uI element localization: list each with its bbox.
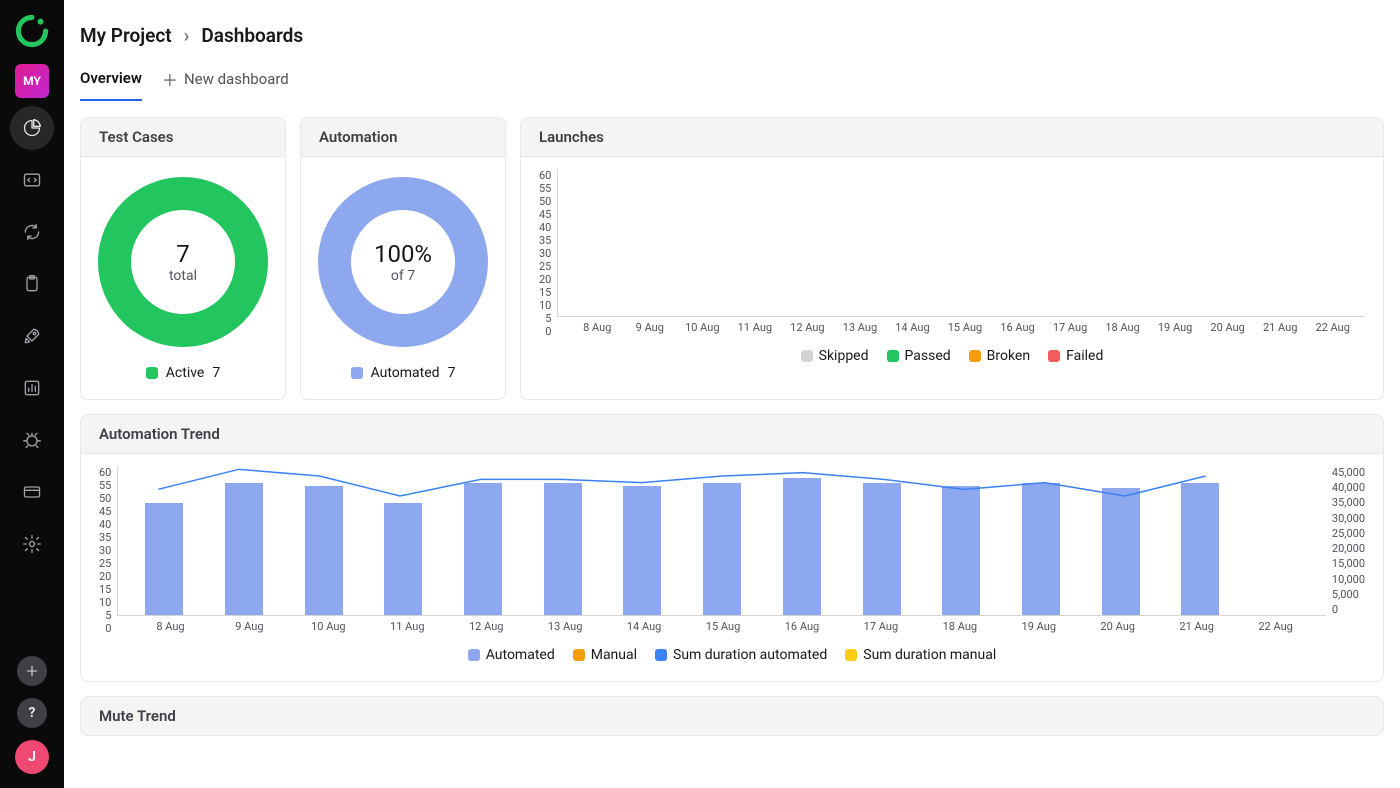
automation-trend-yaxis-left: 605550454035302520151050 [99, 466, 117, 616]
breadcrumb-project[interactable]: My Project [80, 24, 172, 47]
swatch-blue [351, 367, 363, 379]
legend-failed: Failed [1066, 348, 1103, 364]
breadcrumb: My Project › Dashboards [80, 24, 1384, 47]
app-logo [15, 14, 49, 52]
card-title: Test Cases [81, 118, 285, 157]
automation-trend-xaxis: 8 Aug9 Aug10 Aug11 Aug12 Aug13 Aug14 Aug… [125, 616, 1321, 633]
swatch-orange [573, 649, 585, 661]
card-title: Mute Trend [81, 697, 1383, 735]
automation-legend: Automated 7 [351, 365, 456, 381]
sidebar-item-settings[interactable] [10, 522, 54, 566]
sidebar-item-environments[interactable] [10, 470, 54, 514]
plus-icon [24, 663, 40, 679]
swatch-gray [801, 350, 813, 362]
project-badge[interactable]: MY [15, 64, 49, 98]
card-mute-trend: Mute Trend [80, 696, 1384, 736]
tab-new-dashboard-label: New dashboard [184, 70, 289, 88]
test-cases-legend: Active 7 [146, 365, 220, 381]
swatch-blue-solid [655, 649, 667, 661]
swatch-green [887, 350, 899, 362]
legend-manual: Manual [591, 647, 637, 663]
automation-donut: 100% of 7 [318, 177, 488, 347]
tab-new-dashboard[interactable]: ＋ New dashboard [162, 67, 289, 103]
sidebar-item-reports[interactable] [10, 366, 54, 410]
bar-chart-icon [22, 378, 42, 398]
user-avatar[interactable]: J [15, 740, 49, 774]
swatch-green [146, 367, 158, 379]
legend-skipped: Skipped [819, 348, 869, 364]
plus-icon: ＋ [162, 67, 178, 91]
automation-trend-plot [117, 466, 1326, 616]
legend-passed: Passed [905, 348, 951, 364]
legend-broken: Broken [987, 348, 1030, 364]
legend-count: 7 [212, 365, 220, 381]
swatch-red [1048, 350, 1060, 362]
swatch-orange [969, 350, 981, 362]
test-cases-sublabel: total [169, 268, 197, 284]
sidebar-item-defects[interactable] [10, 418, 54, 462]
test-cases-donut: 7 total [98, 177, 268, 347]
launches-yaxis: 605550454035302520151050 [539, 169, 557, 317]
launches-legend: Skipped Passed Broken Failed [539, 348, 1365, 364]
legend-sum-auto: Sum duration automated [673, 647, 827, 663]
automation-value: 100% [374, 240, 432, 268]
swatch-blue-light [468, 649, 480, 661]
launches-xaxis: 8 Aug9 Aug10 Aug11 Aug12 Aug13 Aug14 Aug… [565, 317, 1365, 334]
breadcrumb-section: Dashboards [201, 24, 303, 47]
card-title: Automation Trend [81, 415, 1383, 454]
test-cases-value: 7 [176, 240, 190, 268]
sidebar-item-clipboard[interactable] [10, 262, 54, 306]
automation-trend-chart: 605550454035302520151050 45,00040,00035,… [99, 466, 1365, 663]
card-title: Launches [521, 118, 1383, 157]
card-icon [22, 482, 42, 502]
help-icon: ? [29, 705, 36, 721]
add-button[interactable] [17, 656, 47, 686]
legend-sum-manual: Sum duration manual [863, 647, 996, 663]
automation-trend-yaxis-right: 45,00040,00035,00030,00025,00020,00015,0… [1326, 466, 1365, 616]
sidebar: MY ? [0, 0, 64, 788]
tabs: Overview ＋ New dashboard [80, 67, 1384, 103]
card-test-cases: Test Cases 7 total Active 7 [80, 117, 286, 400]
sidebar-item-launches[interactable] [10, 314, 54, 358]
card-automation-trend: Automation Trend 60555045403530252015105… [80, 414, 1384, 682]
launches-chart: 605550454035302520151050 8 Aug9 Aug10 Au… [539, 169, 1365, 364]
help-button[interactable]: ? [17, 698, 47, 728]
tab-overview[interactable]: Overview [80, 69, 142, 101]
main-content: My Project › Dashboards Overview ＋ New d… [64, 0, 1400, 788]
automation-trend-legend: Automated Manual Sum duration automated … [99, 647, 1365, 663]
code-icon [22, 170, 42, 190]
rocket-icon [22, 326, 42, 346]
swatch-yellow [845, 649, 857, 661]
sidebar-item-analytics[interactable] [10, 106, 54, 150]
sidebar-item-code[interactable] [10, 158, 54, 202]
legend-label: Automated [371, 365, 440, 381]
sidebar-item-sync[interactable] [10, 210, 54, 254]
launches-plot [557, 169, 1365, 317]
chevron-right-icon: › [184, 24, 190, 47]
card-launches: Launches 605550454035302520151050 8 Aug9… [520, 117, 1384, 400]
bug-icon [22, 430, 42, 450]
gear-icon [22, 534, 42, 554]
automation-sublabel: of 7 [391, 268, 415, 284]
legend-label: Active [166, 365, 205, 381]
pie-chart-icon [22, 118, 42, 138]
legend-count: 7 [448, 365, 456, 381]
clipboard-icon [22, 274, 42, 294]
card-title: Automation [301, 118, 505, 157]
card-automation: Automation 100% of 7 Automated 7 [300, 117, 506, 400]
legend-automated: Automated [486, 647, 555, 663]
sync-icon [22, 222, 42, 242]
